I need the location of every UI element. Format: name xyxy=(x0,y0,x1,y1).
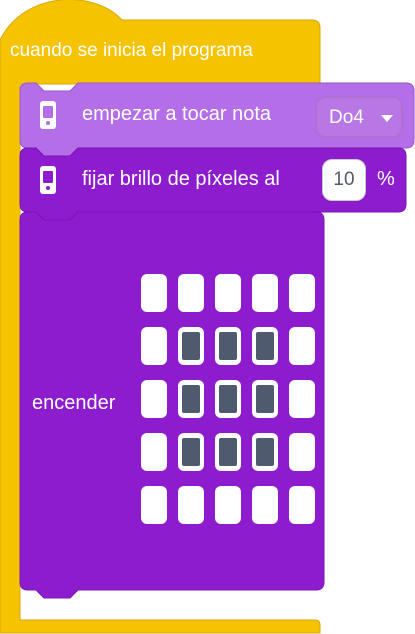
hat-block-label: cuando se inicia el programa xyxy=(10,40,253,61)
note-dropdown[interactable]: Do4 xyxy=(315,96,403,138)
note-dropdown-value: Do4 xyxy=(329,107,364,128)
pixel-cell[interactable] xyxy=(178,486,204,524)
hub-icon xyxy=(40,166,56,194)
pixel-cell[interactable] xyxy=(215,433,241,471)
percent-label: % xyxy=(377,168,395,190)
brightness-block-label: fijar brillo de píxeles al xyxy=(82,168,280,190)
pixel-cell[interactable] xyxy=(289,380,315,418)
pixel-cell[interactable] xyxy=(252,433,278,471)
pixel-cell[interactable] xyxy=(141,486,167,524)
pixel-cell[interactable] xyxy=(215,486,241,524)
pixel-cell[interactable] xyxy=(252,274,278,312)
pixel-cell[interactable] xyxy=(141,380,167,418)
pixel-cell[interactable] xyxy=(178,380,204,418)
pixel-cell[interactable] xyxy=(215,274,241,312)
light-block-label: encender xyxy=(32,392,116,414)
pixel-cell[interactable] xyxy=(252,486,278,524)
pixel-cell[interactable] xyxy=(289,433,315,471)
hub-icon xyxy=(40,101,56,129)
note-block-label: empezar a tocar nota xyxy=(82,103,271,125)
pixel-cell[interactable] xyxy=(215,327,241,365)
brightness-input[interactable]: 10 xyxy=(322,159,366,201)
pixel-cell[interactable] xyxy=(252,380,278,418)
chevron-down-icon xyxy=(381,115,393,122)
pixel-cell[interactable] xyxy=(141,274,167,312)
pixel-cell[interactable] xyxy=(289,486,315,524)
pixel-cell[interactable] xyxy=(141,433,167,471)
pixel-cell[interactable] xyxy=(252,327,278,365)
pixel-cell[interactable] xyxy=(178,327,204,365)
pixel-cell[interactable] xyxy=(215,380,241,418)
pixel-cell[interactable] xyxy=(289,327,315,365)
pixel-cell[interactable] xyxy=(178,274,204,312)
pixel-cell[interactable] xyxy=(289,274,315,312)
pixel-cell[interactable] xyxy=(141,327,167,365)
pixel-cell[interactable] xyxy=(178,433,204,471)
